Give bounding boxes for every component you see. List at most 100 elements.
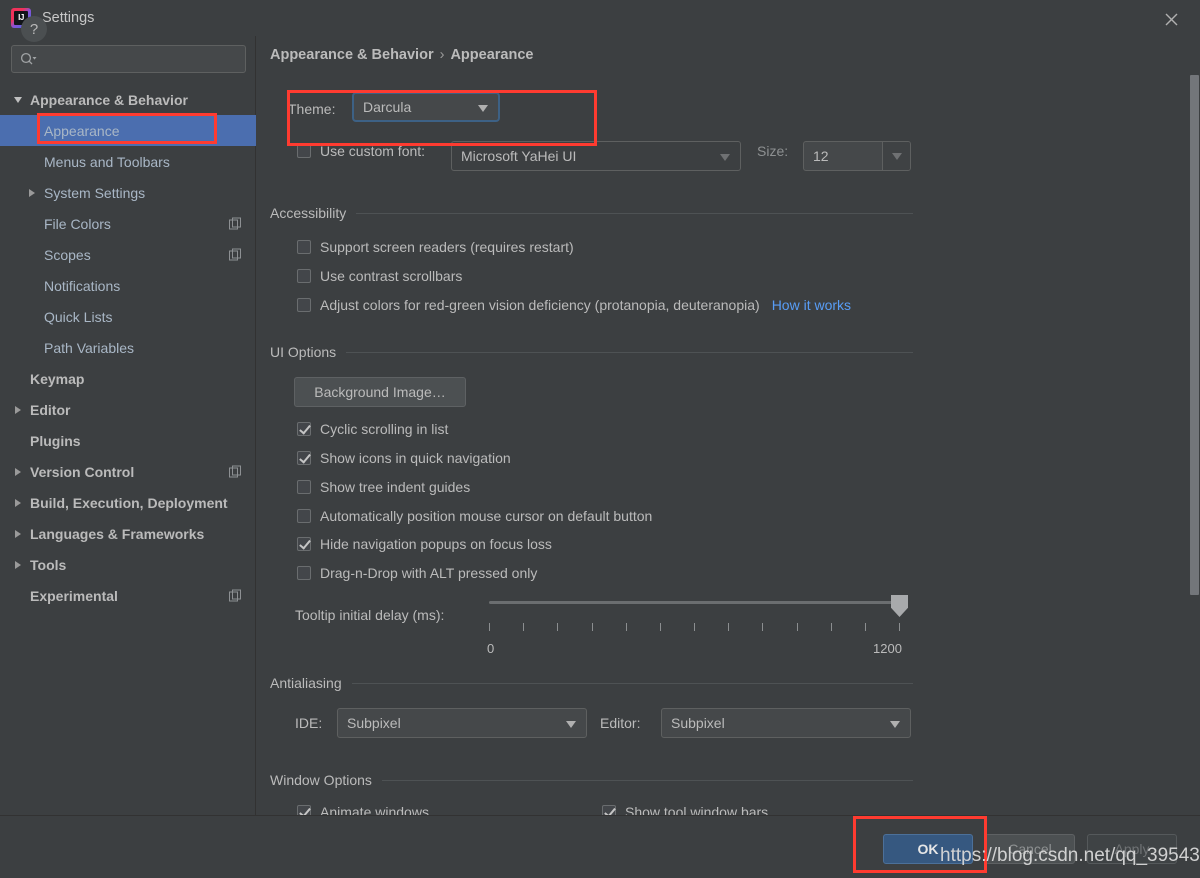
- slider-max-label: 1200: [873, 641, 902, 656]
- ide-antialiasing-label: IDE:: [295, 715, 323, 731]
- sidebar-item-notifications[interactable]: Notifications: [0, 270, 256, 301]
- option-label: Use contrast scrollbars: [320, 268, 463, 284]
- settings-dialog: IJ Settings Appearance & Behavior Appear…: [0, 0, 1200, 878]
- use-contrast-scrollbars-checkbox[interactable]: Use contrast scrollbars: [297, 268, 462, 284]
- sidebar-item-label: Path Variables: [44, 339, 135, 356]
- sidebar-item-experimental[interactable]: Experimental: [0, 580, 256, 611]
- animate-windows-checkbox[interactable]: Animate windows: [297, 804, 429, 815]
- chevron-right-icon[interactable]: [12, 465, 26, 479]
- chevron-right-icon[interactable]: [12, 403, 26, 417]
- settings-sidebar: Appearance & Behavior Appearance Menus and…: [0, 36, 256, 815]
- stepper-arrows-icon[interactable]: [882, 142, 910, 170]
- sidebar-item-scopes[interactable]: Scopes: [0, 239, 256, 270]
- slider-tick: [864, 623, 866, 631]
- window-options-title: Window Options: [270, 772, 372, 788]
- chevron-down-icon[interactable]: [12, 93, 26, 107]
- sidebar-item-file-colors[interactable]: File Colors: [0, 208, 256, 239]
- option-label: Automatically position mouse cursor on d…: [320, 508, 653, 524]
- close-icon[interactable]: [1158, 6, 1184, 32]
- checkbox-box: [297, 451, 311, 465]
- slider-tick: [625, 623, 627, 631]
- hide-navigation-popups-checkbox[interactable]: Hide navigation popups on focus loss: [297, 536, 552, 552]
- how-it-works-link[interactable]: How it works: [772, 297, 851, 313]
- option-label: Show icons in quick navigation: [320, 450, 511, 466]
- chevron-right-icon[interactable]: [12, 496, 26, 510]
- sidebar-item-path-variables[interactable]: Path Variables: [0, 332, 256, 363]
- sidebar-item-appearance-behavior[interactable]: Appearance & Behavior: [0, 84, 256, 115]
- slider-track: [489, 601, 899, 604]
- checkbox-box: [297, 537, 311, 551]
- show-tool-window-bars-checkbox[interactable]: Show tool window bars: [602, 804, 768, 815]
- sidebar-item-editor[interactable]: Editor: [0, 394, 256, 425]
- watermark-text: https://blog.csdn.net/qq_39543446: [940, 845, 1200, 866]
- slider-min-label: 0: [487, 641, 495, 656]
- chevron-right-icon[interactable]: [12, 527, 26, 541]
- option-label: Show tree indent guides: [320, 479, 471, 495]
- sidebar-item-build-execution-deployment[interactable]: Build, Execution, Deployment: [0, 487, 256, 518]
- window-title: Settings: [42, 10, 95, 26]
- option-label: Cyclic scrolling in list: [320, 421, 449, 437]
- show-tree-indent-guides-checkbox[interactable]: Show tree indent guides: [297, 479, 470, 495]
- editor-antialiasing-value: Subpixel: [671, 715, 725, 731]
- slider-tick: [591, 623, 593, 631]
- option-label: Hide navigation popups on focus loss: [320, 536, 552, 552]
- tooltip-delay-slider[interactable]: 0 1200: [487, 592, 915, 656]
- copy-settings-icon: [229, 217, 242, 230]
- background-image-button[interactable]: Background Image…: [294, 377, 466, 407]
- divider: [351, 682, 913, 684]
- sidebar-item-label: File Colors: [44, 215, 111, 232]
- use-custom-font-checkbox[interactable]: Use custom font:: [297, 143, 425, 159]
- slider-tick: [659, 623, 661, 631]
- sidebar-item-keymap[interactable]: Keymap: [0, 363, 256, 394]
- checkbox-box: [297, 240, 311, 254]
- sidebar-item-quick-lists[interactable]: Quick Lists: [0, 301, 256, 332]
- sidebar-item-menus-and-toolbars[interactable]: Menus and Toolbars: [0, 146, 256, 177]
- scrollbar-thumb[interactable]: [1190, 75, 1199, 595]
- ide-antialiasing-select[interactable]: Subpixel: [337, 708, 587, 738]
- ui-options-title: UI Options: [270, 344, 337, 360]
- content-scrollbar[interactable]: [1189, 36, 1200, 815]
- checkbox-box: [297, 805, 311, 815]
- copy-settings-icon: [229, 589, 242, 602]
- use-custom-font-label: Use custom font:: [320, 143, 426, 159]
- show-icons-quick-navigation-checkbox[interactable]: Show icons in quick navigation: [297, 450, 511, 466]
- drag-n-drop-alt-checkbox[interactable]: Drag-n-Drop with ALT pressed only: [297, 565, 537, 581]
- editor-antialiasing-select[interactable]: Subpixel: [661, 708, 911, 738]
- tooltip-delay-label: Tooltip initial delay (ms):: [295, 607, 445, 623]
- sidebar-item-label: Languages & Frameworks: [30, 525, 205, 542]
- search-field[interactable]: [11, 45, 246, 73]
- slider-tick: [728, 623, 730, 631]
- adjust-colors-vision-deficiency-checkbox[interactable]: Adjust colors for red-green vision defic…: [297, 297, 851, 313]
- support-screen-readers-checkbox[interactable]: Support screen readers (requires restart…: [297, 239, 574, 255]
- option-label: Drag-n-Drop with ALT pressed only: [320, 565, 538, 581]
- checkbox-box: [297, 566, 311, 580]
- slider-thumb[interactable]: [891, 595, 908, 617]
- sidebar-item-plugins[interactable]: Plugins: [0, 425, 256, 456]
- accessibility-title: Accessibility: [270, 205, 347, 221]
- sidebar-item-system-settings[interactable]: System Settings: [0, 177, 256, 208]
- option-label: Animate windows: [320, 804, 429, 815]
- slider-tick: [830, 623, 832, 631]
- sidebar-item-languages-frameworks[interactable]: Languages & Frameworks: [0, 518, 256, 549]
- slider-tick: [796, 623, 798, 631]
- sidebar-item-version-control[interactable]: Version Control: [0, 456, 256, 487]
- chevron-right-icon[interactable]: [12, 558, 26, 572]
- checkbox-box: [297, 298, 311, 312]
- auto-position-mouse-cursor-checkbox[interactable]: Automatically position mouse cursor on d…: [297, 508, 652, 524]
- search-icon: [20, 52, 38, 66]
- custom-font-select[interactable]: Microsoft YaHei UI: [451, 141, 741, 171]
- chevron-right-icon[interactable]: [26, 186, 40, 200]
- ui-options-section-header: UI Options: [270, 344, 913, 360]
- editor-antialiasing-label: Editor:: [600, 715, 641, 731]
- font-size-stepper[interactable]: 12: [803, 141, 911, 171]
- cyclic-scrolling-checkbox[interactable]: Cyclic scrolling in list: [297, 421, 448, 437]
- sidebar-item-tools[interactable]: Tools: [0, 549, 256, 580]
- theme-select[interactable]: Darcula: [352, 92, 500, 122]
- theme-label: Theme:: [288, 101, 336, 117]
- sidebar-item-appearance[interactable]: Appearance: [0, 115, 256, 146]
- breadcrumb-root[interactable]: Appearance & Behavior: [270, 47, 434, 63]
- sidebar-item-label: Keymap: [30, 370, 85, 387]
